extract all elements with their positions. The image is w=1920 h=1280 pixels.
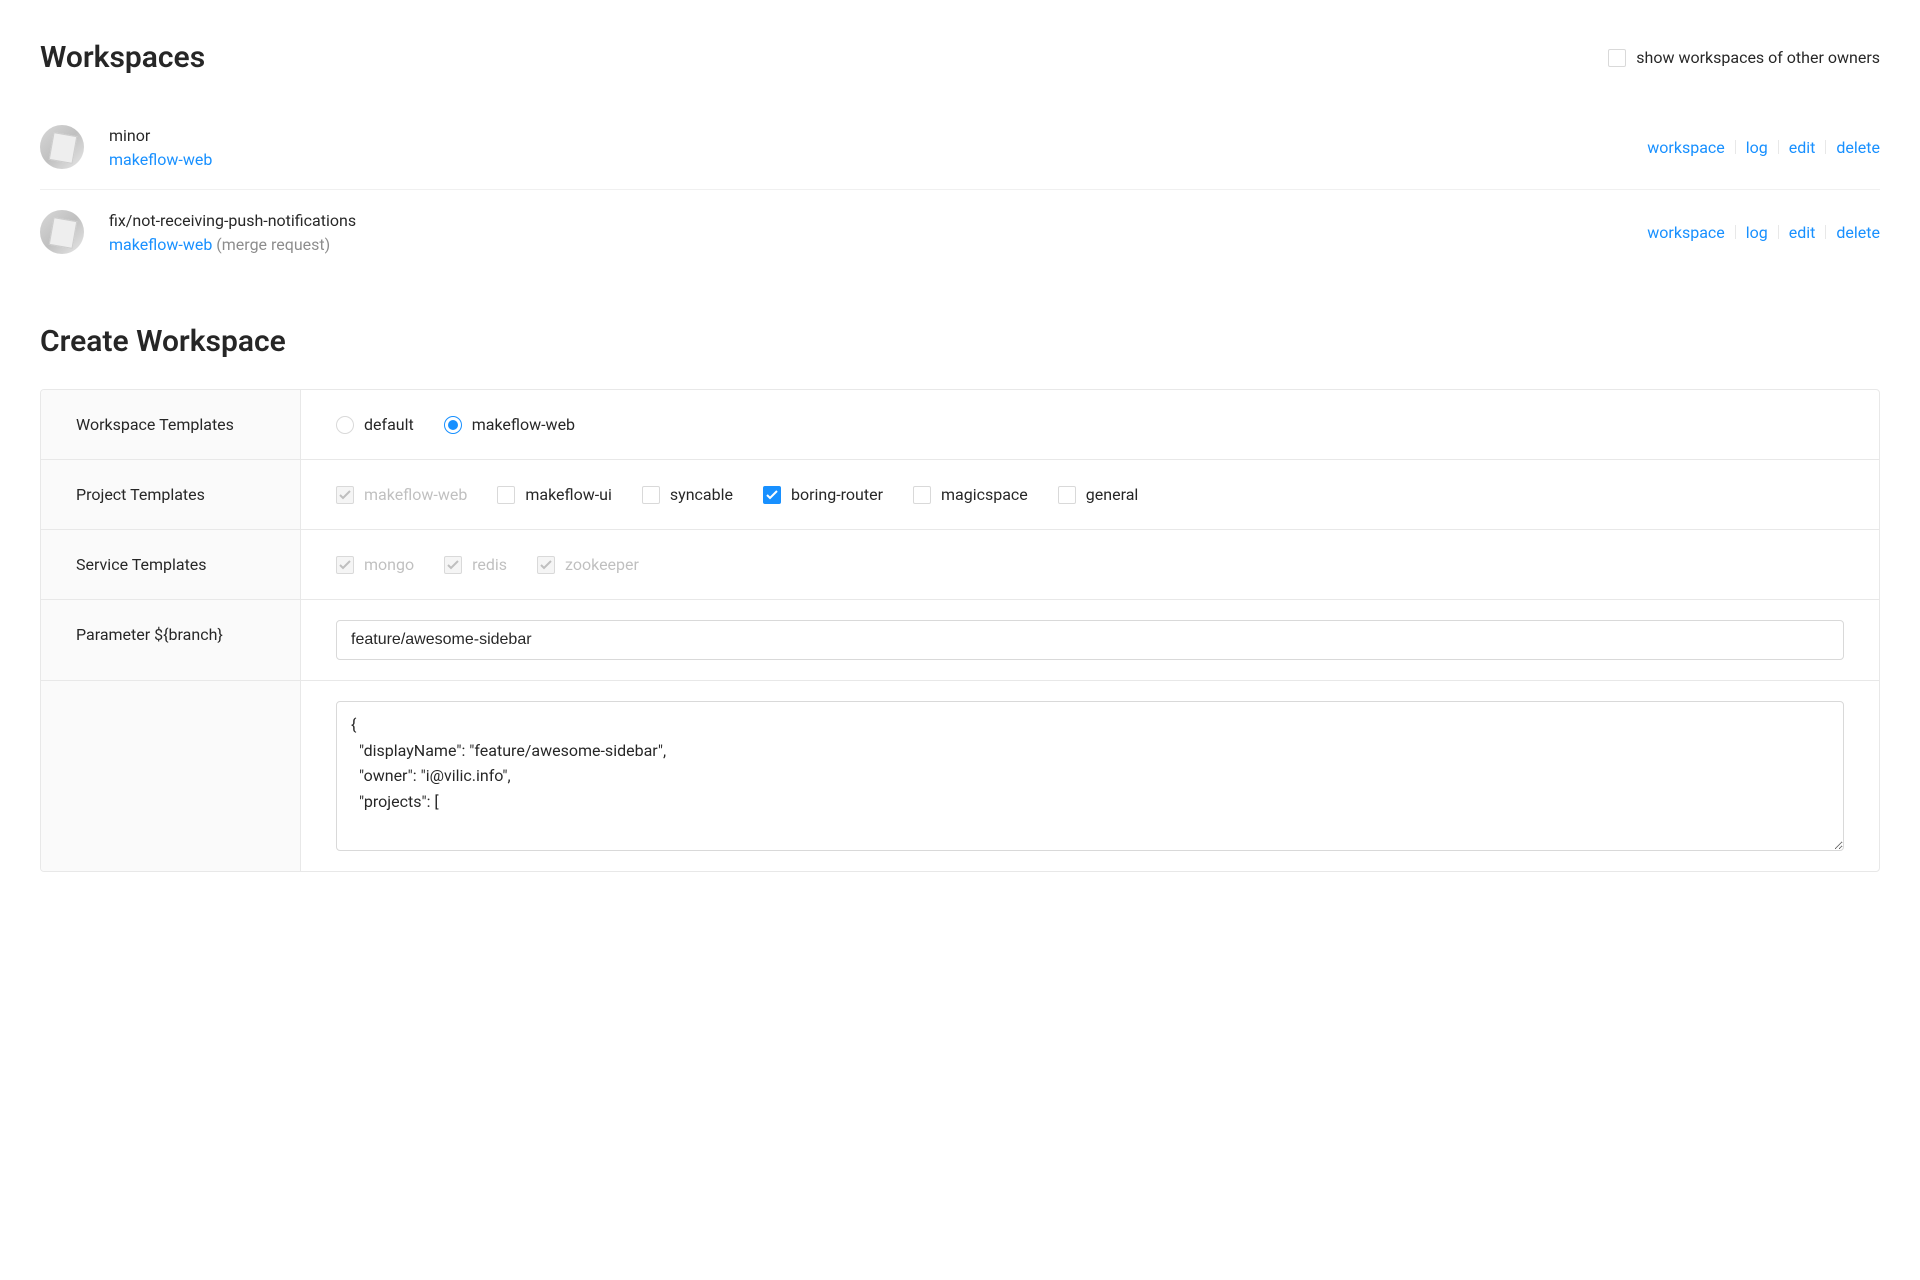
- form-row-service-templates: Service Templates mongo redis zookeeper: [41, 530, 1879, 600]
- action-workspace[interactable]: workspace: [1647, 223, 1724, 242]
- form-content: default makeflow-web: [301, 390, 1879, 459]
- show-other-owners-checkbox[interactable]: show workspaces of other owners: [1608, 48, 1880, 67]
- workspace-info: minor makeflow-web: [109, 126, 1647, 169]
- checkbox-project-general[interactable]: general: [1058, 485, 1139, 504]
- workspace-info: fix/not-receiving-push-notifications mak…: [109, 211, 1647, 254]
- checkbox-project-makeflow-web: makeflow-web: [336, 485, 467, 504]
- divider-icon: [1778, 225, 1779, 239]
- checkbox-label: magicspace: [941, 485, 1028, 504]
- action-delete[interactable]: delete: [1836, 223, 1880, 242]
- radio-label: makeflow-web: [472, 415, 575, 434]
- workspace-actions: workspace log edit delete: [1647, 223, 1880, 242]
- divider-icon: [1735, 140, 1736, 154]
- parameter-branch-input[interactable]: [336, 620, 1844, 660]
- radio-workspace-template-makeflow-web[interactable]: makeflow-web: [444, 415, 575, 434]
- workspace-title: minor: [109, 126, 1647, 145]
- divider-icon: [1825, 225, 1826, 239]
- form-label: Project Templates: [41, 460, 301, 529]
- radio-workspace-template-default[interactable]: default: [336, 415, 414, 434]
- form-label: Workspace Templates: [41, 390, 301, 459]
- checkbox-service-mongo: mongo: [336, 555, 414, 574]
- form-row-project-templates: Project Templates makeflow-web makeflow-…: [41, 460, 1879, 530]
- form-content: [301, 681, 1879, 871]
- checkbox-service-zookeeper: zookeeper: [537, 555, 639, 574]
- avatar: [40, 210, 84, 254]
- checkbox-project-boring-router[interactable]: boring-router: [763, 485, 883, 504]
- checkbox-icon: [336, 486, 354, 504]
- form-row-workspace-templates: Workspace Templates default makeflow-web: [41, 390, 1879, 460]
- checkbox-label: general: [1086, 485, 1139, 504]
- workspace-subtitle: makeflow-web: [109, 150, 1647, 169]
- checkbox-label: zookeeper: [565, 555, 639, 574]
- checkbox-icon: [913, 486, 931, 504]
- checkbox-icon: [336, 556, 354, 574]
- service-template-group: mongo redis zookeeper: [336, 555, 639, 574]
- form-content: mongo redis zookeeper: [301, 530, 1879, 599]
- checkbox-project-makeflow-ui[interactable]: makeflow-ui: [497, 485, 612, 504]
- checkbox-label: show workspaces of other owners: [1636, 48, 1880, 67]
- workspace-subtitle: makeflow-web (merge request): [109, 235, 1647, 254]
- checkbox-service-redis: redis: [444, 555, 507, 574]
- workspace-item: minor makeflow-web workspace log edit de…: [40, 105, 1880, 190]
- form-row-parameter-branch: Parameter ${branch}: [41, 600, 1879, 681]
- checkbox-label: boring-router: [791, 485, 883, 504]
- form-content: makeflow-web makeflow-ui syncable boring…: [301, 460, 1879, 529]
- workspace-title: fix/not-receiving-push-notifications: [109, 211, 1647, 230]
- checkbox-label: redis: [472, 555, 507, 574]
- project-template-group: makeflow-web makeflow-ui syncable boring…: [336, 485, 1138, 504]
- checkbox-label: makeflow-web: [364, 485, 467, 504]
- divider-icon: [1778, 140, 1779, 154]
- action-delete[interactable]: delete: [1836, 138, 1880, 157]
- checkbox-icon: [444, 556, 462, 574]
- checkbox-icon: [497, 486, 515, 504]
- action-log[interactable]: log: [1746, 223, 1768, 242]
- checkbox-icon: [763, 486, 781, 504]
- avatar: [40, 125, 84, 169]
- page-title: Workspaces: [40, 40, 205, 75]
- checkbox-project-syncable[interactable]: syncable: [642, 485, 733, 504]
- create-workspace-form: Workspace Templates default makeflow-web…: [40, 389, 1880, 872]
- radio-icon: [336, 416, 354, 434]
- checkbox-icon: [1058, 486, 1076, 504]
- workspace-suffix: (merge request): [212, 235, 330, 254]
- checkbox-label: syncable: [670, 485, 733, 504]
- json-preview-textarea[interactable]: [336, 701, 1844, 851]
- checkbox-icon: [642, 486, 660, 504]
- divider-icon: [1825, 140, 1826, 154]
- action-workspace[interactable]: workspace: [1647, 138, 1724, 157]
- action-log[interactable]: log: [1746, 138, 1768, 157]
- checkbox-icon: [1608, 49, 1626, 67]
- workspace-list: minor makeflow-web workspace log edit de…: [40, 105, 1880, 274]
- form-row-json-preview: [41, 681, 1879, 871]
- form-content: [301, 600, 1879, 680]
- workspace-actions: workspace log edit delete: [1647, 138, 1880, 157]
- form-label: [41, 681, 301, 871]
- action-edit[interactable]: edit: [1789, 138, 1816, 157]
- create-workspace-title: Create Workspace: [40, 324, 1880, 359]
- form-label: Service Templates: [41, 530, 301, 599]
- checkbox-label: mongo: [364, 555, 414, 574]
- checkbox-project-magicspace[interactable]: magicspace: [913, 485, 1028, 504]
- checkbox-label: makeflow-ui: [525, 485, 612, 504]
- action-edit[interactable]: edit: [1789, 223, 1816, 242]
- form-label: Parameter ${branch}: [41, 600, 301, 680]
- radio-label: default: [364, 415, 414, 434]
- divider-icon: [1735, 225, 1736, 239]
- checkbox-icon: [537, 556, 555, 574]
- workspace-item: fix/not-receiving-push-notifications mak…: [40, 190, 1880, 274]
- radio-icon: [444, 416, 462, 434]
- repo-link[interactable]: makeflow-web: [109, 150, 212, 169]
- repo-link[interactable]: makeflow-web: [109, 235, 212, 254]
